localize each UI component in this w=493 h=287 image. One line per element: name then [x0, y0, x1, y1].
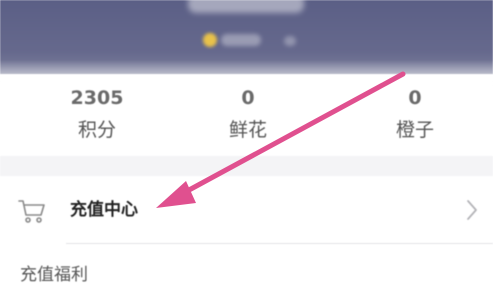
stat-flowers-label: 鲜花 [228, 119, 267, 141]
blurred-username [188, 0, 304, 13]
coin-icon [203, 33, 217, 47]
stat-oranges-label: 橙子 [395, 119, 434, 141]
shopping-cart-icon [18, 200, 45, 223]
stat-flowers[interactable]: 0 鲜花 [193, 86, 303, 142]
stat-oranges[interactable]: 0 橙子 [360, 86, 470, 142]
recharge-center-row[interactable]: 充值中心 [0, 176, 493, 244]
row-divider [66, 243, 493, 244]
blurred-coin-text [221, 34, 261, 46]
recharge-benefits-label: 充值福利 [20, 265, 88, 285]
blurred-extra [284, 36, 296, 46]
stat-points[interactable]: 2305 积分 [42, 86, 152, 142]
recharge-center-label: 充值中心 [70, 200, 138, 220]
stat-flowers-value: 0 [241, 87, 255, 109]
stat-oranges-value: 0 [408, 87, 422, 109]
stat-points-label: 积分 [77, 119, 116, 141]
chevron-right-icon [467, 200, 477, 220]
stat-points-value: 2305 [70, 87, 124, 109]
section-separator [0, 156, 493, 176]
screen: 2305 积分 0 鲜花 0 橙子 充值中心 充值福利 [0, 0, 493, 286]
